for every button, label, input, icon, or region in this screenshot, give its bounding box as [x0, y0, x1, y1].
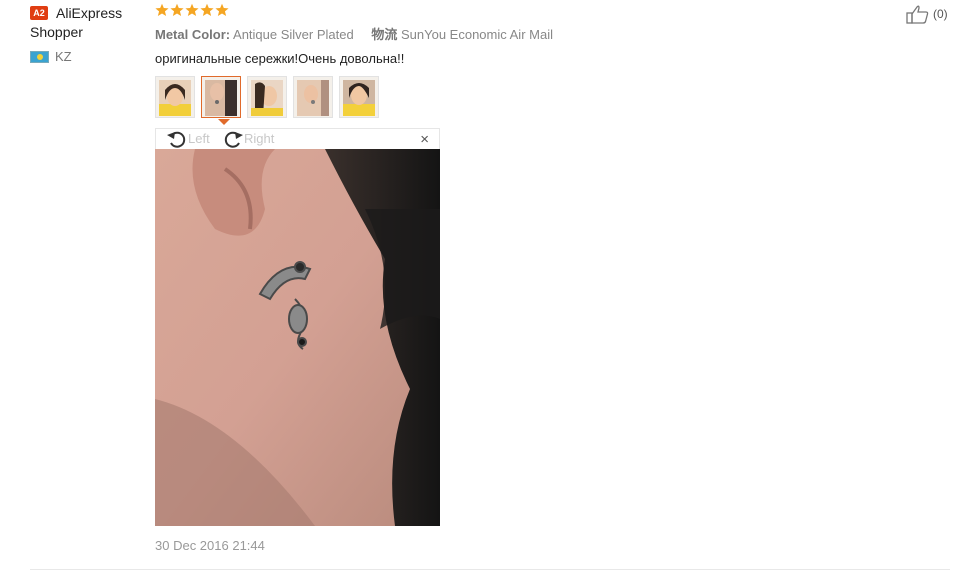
review-photo-thumbnail[interactable] [155, 76, 195, 118]
star-icon [170, 3, 184, 17]
star-icon [200, 3, 214, 17]
metal-color-value: Antique Silver Plated [233, 27, 354, 42]
review-photo-thumbnail[interactable] [339, 76, 379, 118]
active-thumbnail-pointer [218, 119, 230, 125]
review-text: оригинальные сережки!Очень довольна!! [155, 51, 405, 66]
review-photo-image [155, 149, 440, 526]
rotate-right-label: Right [244, 131, 275, 146]
shipping-key: 物流 [371, 27, 398, 42]
buyer-country: KZ [55, 49, 72, 64]
photo-viewer-toolbar: Left Right × [155, 128, 440, 149]
rotate-right-icon [224, 131, 243, 148]
buyer-name-line2: Shopper [30, 24, 83, 40]
review-photo-thumbnails [155, 76, 379, 118]
review-timestamp: 30 Dec 2016 21:44 [155, 538, 265, 553]
helpful-count: (0) [933, 7, 948, 21]
star-icon [155, 3, 169, 17]
review-photo-thumbnail[interactable] [247, 76, 287, 118]
country-flag-icon [30, 51, 49, 63]
rotate-left-button[interactable]: Left [166, 129, 210, 149]
rating-stars [155, 3, 229, 17]
star-icon [215, 3, 229, 17]
metal-color-key: Metal Color: [155, 27, 231, 42]
rotate-left-label: Left [188, 131, 210, 146]
review-photo-enlarged [155, 149, 440, 526]
rotate-right-button[interactable]: Right [222, 129, 274, 149]
star-icon [185, 3, 199, 17]
shipping-value: SunYou Economic Air Mail [400, 27, 553, 42]
rotate-left-icon [167, 131, 186, 148]
thumbs-up-icon [906, 5, 929, 24]
buyer-name-line1: AliExpress [56, 5, 123, 21]
order-attributes: Metal Color: Antique Silver Plated 物流 Su… [155, 26, 553, 44]
review-photo-thumbnail-active[interactable] [201, 76, 241, 118]
helpful-button[interactable]: (0) [906, 4, 948, 24]
review-divider [30, 569, 950, 570]
buyer-level-badge: A2 [30, 6, 48, 20]
close-viewer-button[interactable]: × [420, 131, 429, 149]
review-photo-thumbnail[interactable] [293, 76, 333, 118]
